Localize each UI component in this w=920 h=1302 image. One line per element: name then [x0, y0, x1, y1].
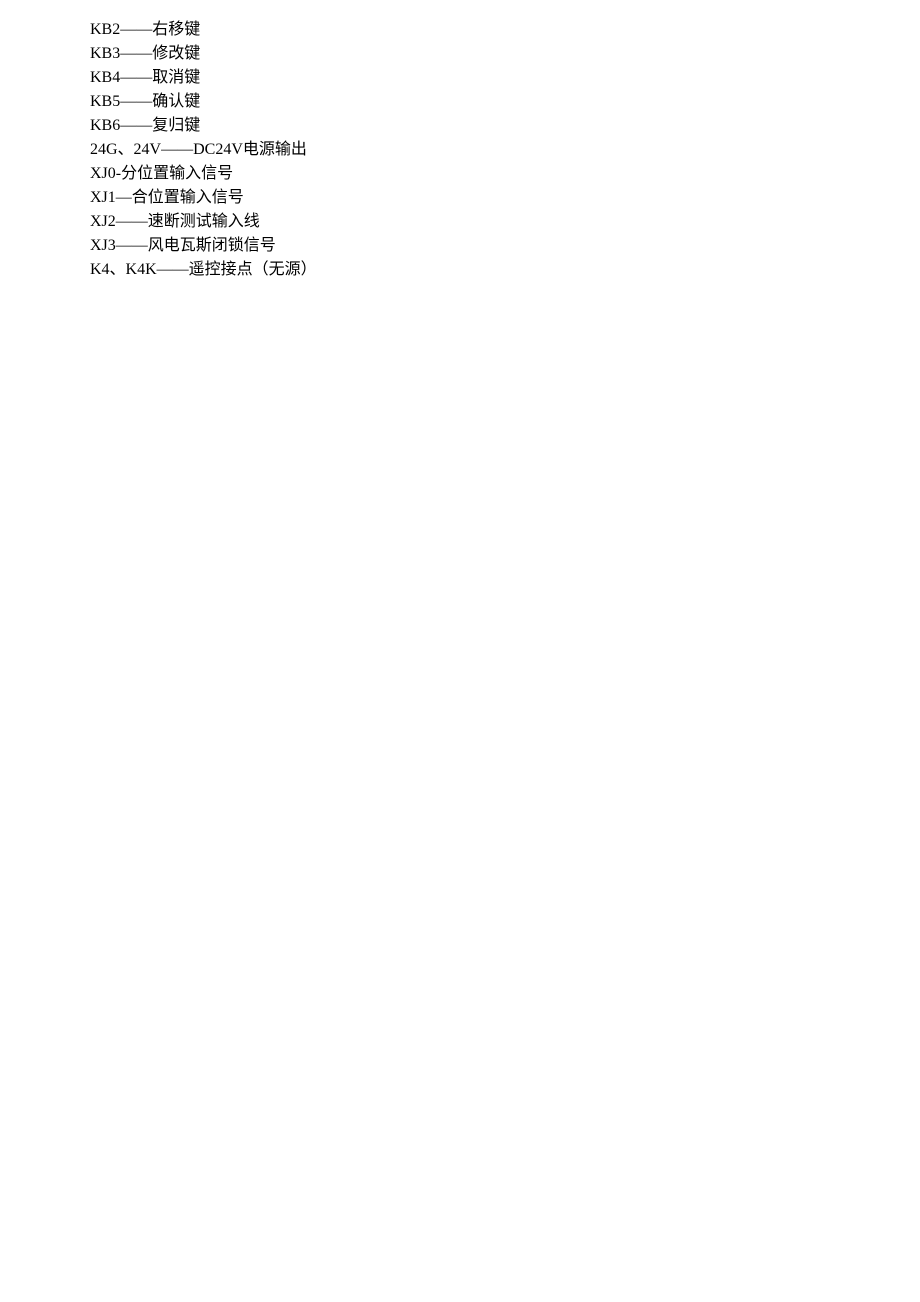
- definition-line: XJ3——风电瓦斯闭锁信号: [90, 234, 920, 258]
- definition-line: K4、K4K——遥控接点（无源）: [90, 258, 920, 282]
- definition-line: XJ1—合位置输入信号: [90, 186, 920, 210]
- definition-line: XJ2——速断测试输入线: [90, 210, 920, 234]
- definition-line: KB3——修改键: [90, 42, 920, 66]
- definition-line: XJ0-分位置输入信号: [90, 162, 920, 186]
- definition-line: KB6——复归键: [90, 114, 920, 138]
- document-content: KB2——右移键 KB3——修改键 KB4——取消键 KB5——确认键 KB6—…: [0, 0, 920, 282]
- definition-line: 24G、24V——DC24V电源输出: [90, 138, 920, 162]
- definition-line: KB4——取消键: [90, 66, 920, 90]
- definition-line: KB5——确认键: [90, 90, 920, 114]
- definition-line: KB2——右移键: [90, 18, 920, 42]
